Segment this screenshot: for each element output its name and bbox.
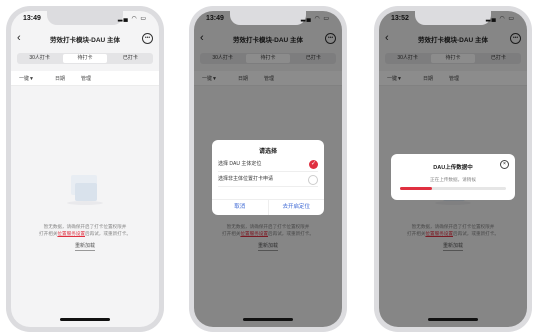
signal-icon: ▂▄ ◠ ▭ — [117, 16, 147, 22]
status-time: 13:49 — [206, 15, 224, 22]
empty-line1: 暂无数据，请确保开启了打卡位置权限并 — [43, 224, 127, 229]
reload-button[interactable]: 重新加载 — [74, 242, 96, 251]
page-title: 劳效打卡模块-DAU 主体 — [49, 37, 121, 44]
tab-0[interactable]: 30人打卡 — [18, 54, 61, 63]
screen-3: 13:52 ▂▄ ◠ ▭ ‹ 劳效打卡模块-DAU 主体 ••• 30人打卡 待… — [379, 11, 527, 327]
radio-icon — [308, 175, 318, 185]
home-indicator — [428, 318, 478, 321]
status-time: 13:52 — [391, 15, 409, 22]
status-bar: 13:49 ▂▄ ◠ ▭ — [194, 15, 342, 27]
option-main-entity[interactable]: 选择 DAU 主体定位 ✓ — [218, 158, 318, 172]
more-icon[interactable]: ••• — [142, 33, 153, 44]
phone-frame-3: 13:52 ▂▄ ◠ ▭ ‹ 劳效打卡模块-DAU 主体 ••• 30人打卡 待… — [374, 6, 532, 332]
option-other-location[interactable]: 选择非主体位置打卡申请 — [218, 173, 318, 187]
progress-bar — [400, 187, 506, 190]
tab-2[interactable]: 已打卡 — [109, 54, 152, 63]
upload-dialog: DAU上传数据中 × 正在上传数据，请稍候 — [391, 154, 515, 200]
phone-frame-2: 13:49 ▂▄ ◠ ▭ ‹ 劳效打卡模块-DAU 主体 ••• 30人打卡 待… — [189, 6, 347, 332]
empty-line2-pre: 打开相关 — [39, 231, 58, 236]
select-dialog: 请选择 选择 DAU 主体定位 ✓ 选择非主体位置打卡申请 取消 去开启定位 — [212, 140, 324, 215]
dialog-title: 请选择 — [258, 149, 277, 155]
settings-link[interactable]: 位置服务设置 — [57, 231, 85, 236]
filter-bar: 一键▼ 日期 管理 — [11, 71, 159, 86]
close-icon[interactable]: × — [500, 160, 509, 169]
status-bar: 13:52 ▂▄ ◠ ▭ — [379, 15, 527, 27]
dialog-subtitle: 正在上传数据，请稍候 — [430, 177, 476, 182]
status-bar: 13:49 ▂▄ ◠ ▭ — [11, 15, 159, 27]
box-icon — [75, 183, 97, 201]
cancel-button[interactable]: 取消 — [212, 200, 268, 215]
option1-label: 选择 DAU 主体定位 — [218, 161, 262, 167]
filter-dropdown[interactable]: 一键▼ — [19, 75, 34, 82]
empty-line2-post: 后再试，或重新打卡。 — [85, 231, 131, 236]
home-indicator — [60, 318, 110, 321]
signal-icon: ▂▄ ◠ ▭ — [485, 16, 515, 22]
empty-illustration — [65, 171, 105, 205]
tab-1[interactable]: 待打卡 — [63, 54, 107, 63]
home-indicator — [243, 318, 293, 321]
tab-bar: 30人打卡 待打卡 已打卡 — [17, 53, 153, 64]
nav-bar: ‹ 劳效打卡模块-DAU 主体 ••• — [11, 31, 159, 49]
option2-label: 选择非主体位置打卡申请 — [218, 176, 274, 182]
empty-text: 暂无数据，请确保开启了打卡位置权限并 打开相关位置服务设置后再试，或重新打卡。 — [23, 223, 147, 237]
screen-2: 13:49 ▂▄ ◠ ▭ ‹ 劳效打卡模块-DAU 主体 ••• 30人打卡 待… — [194, 11, 342, 327]
phone-frame-1: 13:49 ▂▄ ◠ ▭ ‹ 劳效打卡模块-DAU 主体 ••• 30人打卡 待… — [6, 6, 164, 332]
check-icon: ✓ — [309, 160, 318, 169]
filter-col3[interactable]: 管理 — [81, 75, 91, 82]
dialog-buttons: 取消 去开启定位 — [212, 199, 324, 215]
shadow — [67, 201, 103, 205]
screen-1: 13:49 ▂▄ ◠ ▭ ‹ 劳效打卡模块-DAU 主体 ••• 30人打卡 待… — [11, 11, 159, 327]
status-time: 13:49 — [23, 15, 41, 22]
confirm-button[interactable]: 去开启定位 — [267, 200, 325, 215]
progress-fill — [400, 187, 432, 190]
signal-icon: ▂▄ ◠ ▭ — [300, 16, 330, 22]
empty-line2: 打开相关位置服务设置后再试，或重新打卡。 — [23, 230, 147, 237]
dialog-title: DAU上传数据中 — [433, 165, 473, 171]
filter-col2[interactable]: 日期 — [55, 75, 65, 82]
